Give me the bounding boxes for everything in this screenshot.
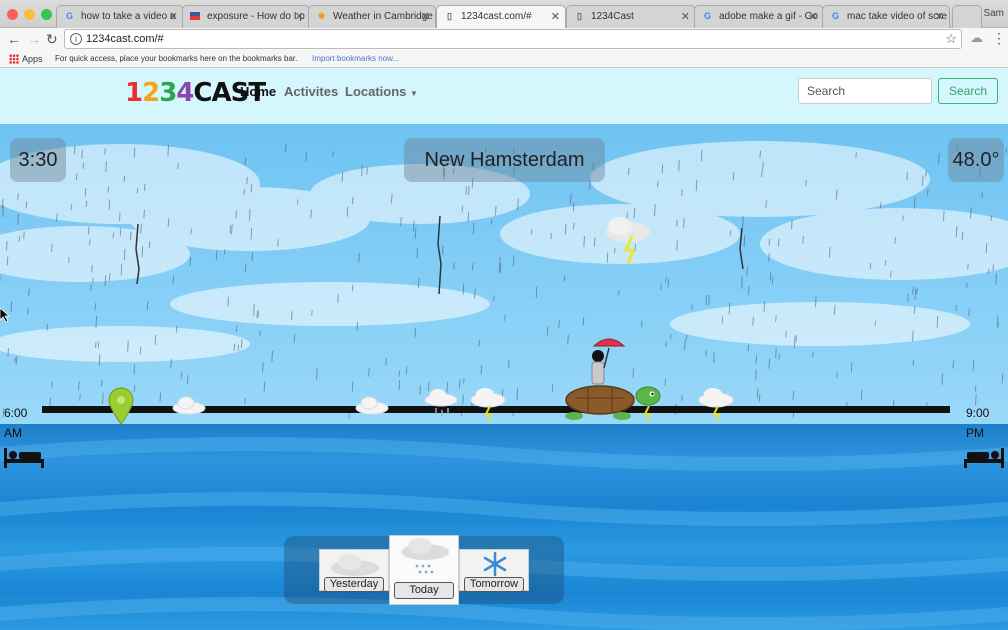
snowflake-icon <box>483 551 507 577</box>
bed-icon <box>964 448 1004 468</box>
cloud-icon <box>331 554 379 576</box>
turtle-character[interactable] <box>565 338 661 423</box>
info-icon[interactable]: i <box>70 33 82 45</box>
maximize-window-button[interactable] <box>41 9 52 20</box>
page-icon: ▯ <box>577 11 582 21</box>
google-icon: G <box>703 11 711 21</box>
weather-scene: 3:30 New Hamsterdam 48.0° 6:00 9:00 AM P… <box>0 124 1008 630</box>
reload-icon[interactable]: ↻ <box>46 31 58 47</box>
search-input[interactable] <box>798 78 932 104</box>
weather-icon: ✹ <box>317 11 326 21</box>
close-tab-icon[interactable]: ✕ <box>169 10 178 23</box>
timeline-end-period: PM <box>966 426 984 440</box>
address-url[interactable]: 1234cast.com/# <box>86 33 164 45</box>
bed-icon <box>4 448 44 468</box>
browser-tab[interactable]: G how to take a video o ✕ <box>56 5 184 28</box>
forward-arrow-icon[interactable]: → <box>27 31 41 47</box>
close-tab-icon[interactable]: ✕ <box>295 10 304 23</box>
page-icon: ▯ <box>447 11 452 21</box>
google-icon: G <box>65 11 73 21</box>
browser-tab[interactable]: ✹ Weather in Cambridge ✕ <box>308 5 436 28</box>
browser-tab[interactable]: G mac take video of scre ✕ <box>822 5 950 28</box>
apps-link[interactable]: Apps <box>22 54 43 64</box>
import-bookmarks-link[interactable]: Import bookmarks now... <box>312 54 399 63</box>
menu-kebab-icon[interactable]: ⋮ <box>992 30 1006 46</box>
close-tab-icon[interactable]: ✕ <box>551 10 560 23</box>
sky-background: 3:30 New Hamsterdam 48.0° 6:00 9:00 <box>0 124 1008 424</box>
nav-activities-link[interactable]: Activites <box>284 84 338 99</box>
rain-cloud-icon <box>401 538 449 574</box>
close-tab-icon[interactable]: ✕ <box>681 10 690 23</box>
day-selector-panel: Yesterday Today Tomorrow <box>284 535 564 605</box>
flag-icon <box>190 12 200 20</box>
caret-down-icon: ▼ <box>410 89 418 98</box>
day-card-yesterday[interactable]: Yesterday <box>319 549 389 592</box>
today-button[interactable]: Today <box>394 582 454 599</box>
day-card-today[interactable]: Today <box>389 535 459 605</box>
mouse-cursor-icon <box>0 308 10 322</box>
browser-tab-active[interactable]: ▯ 1234cast.com/# ✕ <box>436 5 566 28</box>
profile-name[interactable]: Sam <box>983 8 1004 19</box>
yesterday-button[interactable]: Yesterday <box>324 577 384 592</box>
cloud-icon <box>355 396 389 415</box>
bookmarks-hint: For quick access, place your bookmarks h… <box>55 54 298 63</box>
browser-tab[interactable]: G adobe make a gif - Go ✕ <box>694 5 824 28</box>
close-tab-icon[interactable]: ✕ <box>421 10 430 23</box>
timeline-markers <box>108 338 734 424</box>
tomorrow-button[interactable]: Tomorrow <box>464 577 524 592</box>
site-navbar: 1234CAST Home Activites Locations ▼ Sear… <box>0 68 1008 124</box>
rain-cloud-icon <box>424 389 458 416</box>
browser-tab-bar: G how to take a video o ✕ exposure - How… <box>0 0 1008 28</box>
back-arrow-icon[interactable]: ← <box>7 31 21 47</box>
google-icon: G <box>831 11 839 21</box>
day-card-tomorrow[interactable]: Tomorrow <box>459 549 529 592</box>
browser-toolbar: ← → ↻ i 1234cast.com/# ☆ ☁ ⋮ <box>0 28 1008 50</box>
location-pin-icon[interactable] <box>108 387 134 424</box>
apps-grid-icon[interactable] <box>9 54 19 64</box>
close-tab-icon[interactable]: ✕ <box>935 10 944 23</box>
storm-cloud-icon <box>470 388 506 423</box>
nav-locations-dropdown[interactable]: Locations ▼ <box>345 84 418 99</box>
minimize-window-button[interactable] <box>24 9 35 20</box>
browser-tab[interactable]: ▯ 1234Cast ✕ <box>566 5 696 28</box>
extension-icon[interactable]: ☁ <box>970 30 983 46</box>
cloud-icon <box>172 396 206 415</box>
new-tab-button[interactable] <box>952 5 982 28</box>
timeline-start-period: AM <box>4 426 22 440</box>
bookmark-star-icon[interactable]: ☆ <box>945 31 957 47</box>
nav-home-link[interactable]: Home <box>240 84 276 99</box>
close-tab-icon[interactable]: ✕ <box>809 10 818 23</box>
bookmarks-bar: Apps For quick access, place your bookma… <box>0 50 1008 68</box>
address-bar[interactable]: i 1234cast.com/# ☆ <box>64 29 962 49</box>
storm-cloud-icon <box>698 388 734 423</box>
browser-tab[interactable]: exposure - How do I p ✕ <box>182 5 310 28</box>
close-window-button[interactable] <box>7 9 18 20</box>
search-button[interactable]: Search <box>938 78 998 104</box>
